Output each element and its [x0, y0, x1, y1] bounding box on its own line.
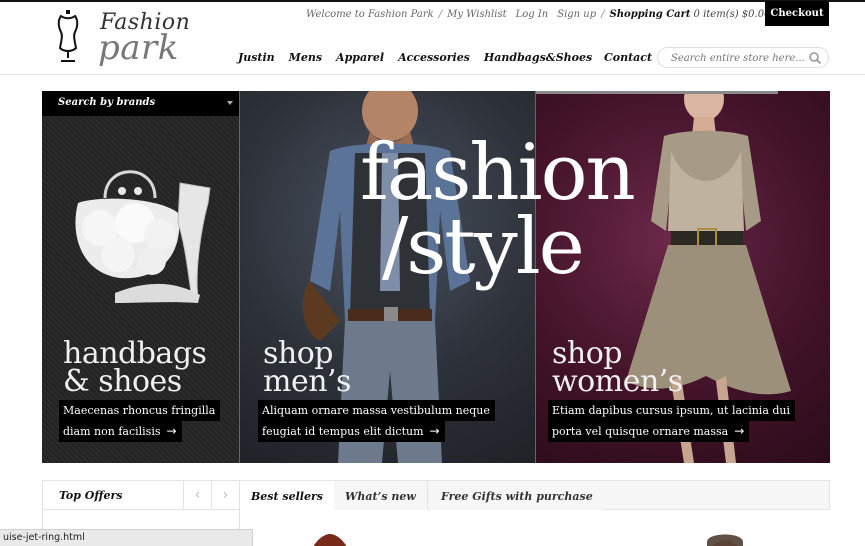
- separator: /: [438, 8, 443, 20]
- hero-headline: fashion /style: [360, 134, 636, 292]
- logo-text-park: park: [98, 28, 179, 68]
- handbags-title: handbags & shoes: [63, 339, 207, 399]
- search-input[interactable]: [671, 51, 806, 65]
- login-link[interactable]: Log In: [516, 9, 549, 20]
- top-links: Welcome to Fashion Park / My Wishlist Lo…: [306, 7, 770, 21]
- womens-caption-line2: porta vel quisque ornare massa →: [548, 421, 750, 442]
- handbags-caption-text2: diam non facilisis: [63, 425, 161, 438]
- womens-caption[interactable]: Etiam dapibus cursus ipsum, ut lacinia d…: [548, 400, 796, 442]
- product-image[interactable]: [300, 524, 360, 546]
- product-image[interactable]: [695, 524, 755, 546]
- womens-title-line2: women’s: [552, 364, 683, 399]
- nav-item-handbags-shoes[interactable]: Handbags&Shoes: [484, 51, 592, 65]
- signup-link[interactable]: Sign up: [557, 9, 596, 20]
- mens-title: shop men’s: [263, 339, 351, 399]
- nav-item-accessories[interactable]: Accessories: [398, 51, 470, 65]
- browser-status-bar: uise-jet-ring.html: [0, 529, 253, 546]
- mens-caption[interactable]: Aliquam ornare massa vestibulum neque fe…: [258, 400, 495, 442]
- arrow-right-icon: →: [429, 424, 440, 438]
- progress-strip: [536, 91, 778, 94]
- shopping-cart-link[interactable]: Shopping Cart: [610, 9, 691, 20]
- product-tabs: Best sellers What’s new Free Gifts with …: [240, 480, 830, 512]
- mens-caption-line1: Aliquam ornare massa vestibulum neque: [258, 400, 495, 421]
- top-border-line: [0, 0, 865, 2]
- handbags-caption[interactable]: Maecenas rhoncus fringilla diam non faci…: [59, 400, 221, 442]
- search-icon[interactable]: [808, 51, 822, 65]
- tab-whats-new[interactable]: What’s new: [334, 481, 428, 511]
- hero-banner: Search by brands handbags & shoes Maecen…: [42, 91, 830, 463]
- chevron-left-icon[interactable]: ‹: [183, 481, 211, 509]
- womens-caption-text2: porta vel quisque ornare massa: [552, 425, 729, 438]
- mens-title-line2: men’s: [263, 364, 351, 399]
- nav-item-justin[interactable]: Justin: [238, 51, 275, 65]
- mens-caption-line2: feugiat id tempus elit dictum →: [258, 421, 445, 442]
- main-nav: Justin Mens Apparel Accessories Handbags…: [238, 51, 606, 65]
- brand-search-dropdown[interactable]: Search by brands: [42, 91, 239, 116]
- arrow-right-icon: →: [734, 424, 745, 438]
- nav-item-mens[interactable]: Mens: [289, 51, 322, 65]
- nav-item-apparel[interactable]: Apparel: [336, 51, 384, 65]
- nav-item-contact[interactable]: Contact: [604, 51, 652, 64]
- brand-search-label: Search by brands: [58, 97, 156, 108]
- handbags-caption-line1: Maecenas rhoncus fringilla: [59, 400, 221, 421]
- hero-headline-line2: /style: [382, 202, 585, 292]
- tab-best-sellers[interactable]: Best sellers: [240, 481, 335, 512]
- site-logo[interactable]: Fashion park: [52, 8, 202, 68]
- mannequin-icon: [57, 10, 79, 62]
- handbags-caption-line2: diam non facilisis →: [59, 421, 182, 442]
- wishlist-link[interactable]: My Wishlist: [447, 9, 507, 20]
- checkout-button[interactable]: Checkout: [765, 1, 829, 26]
- product-image[interactable]: [450, 538, 590, 546]
- womens-title: shop women’s: [552, 339, 683, 399]
- womens-caption-line1: Etiam dapibus cursus ipsum, ut lacinia d…: [548, 400, 796, 421]
- dropdown-caret-icon: [227, 101, 233, 105]
- top-offers-title: Top Offers: [59, 489, 123, 502]
- cart-summary: 0 item(s) $0.00: [693, 8, 771, 20]
- welcome-text: Welcome to Fashion Park: [306, 8, 434, 20]
- arrow-right-icon: →: [166, 424, 177, 438]
- handbags-title-line2: & shoes: [63, 364, 182, 399]
- mens-caption-text2: feugiat id tempus elit dictum: [262, 425, 424, 438]
- tab-free-gifts[interactable]: Free Gifts with purchase: [430, 481, 604, 511]
- separator: /: [601, 8, 605, 20]
- product-strip: [240, 510, 830, 546]
- top-offers-divider: [43, 509, 241, 510]
- header-divider: [0, 74, 865, 75]
- handbag-shoe-image: [75, 170, 211, 303]
- search-box: [657, 47, 829, 68]
- hero-panel-handbags[interactable]: Search by brands handbags & shoes Maecen…: [42, 91, 239, 463]
- chevron-right-icon[interactable]: ›: [211, 481, 239, 509]
